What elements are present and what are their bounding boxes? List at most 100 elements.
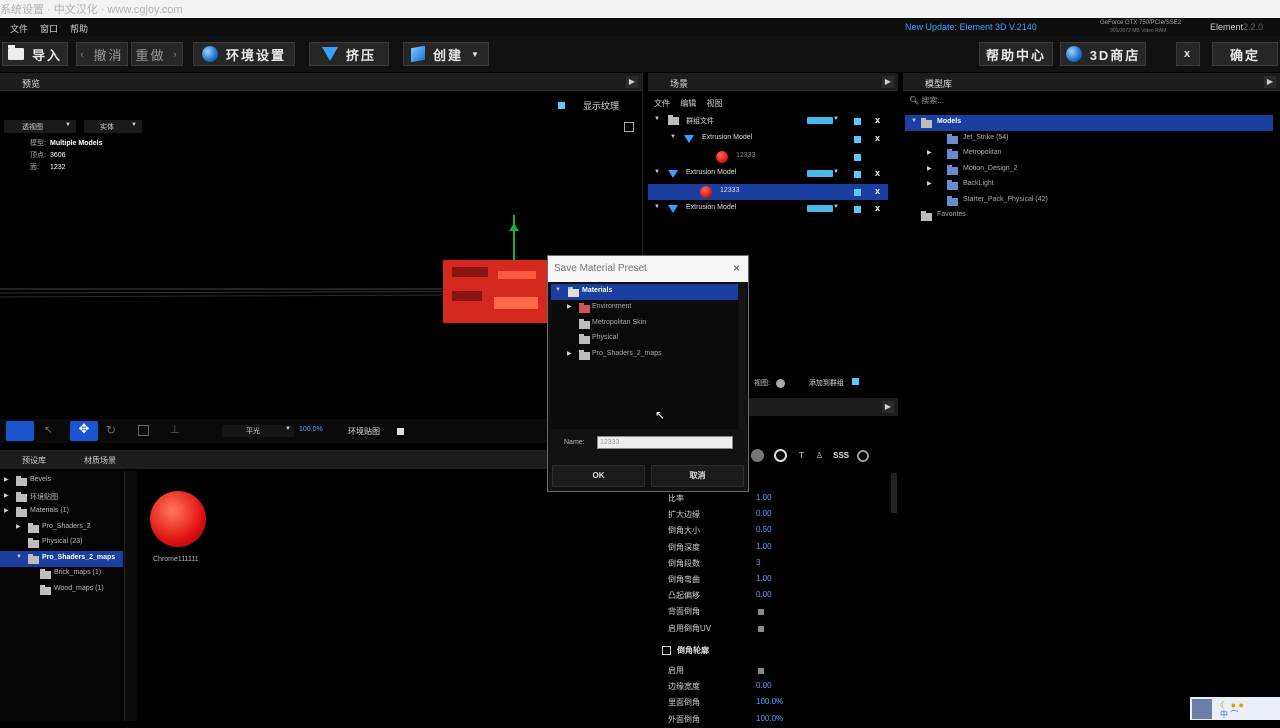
- chevron-right-icon[interactable]: ▶: [567, 350, 572, 357]
- delete-icon[interactable]: x: [875, 115, 880, 125]
- chevron-down-icon[interactable]: ▼: [654, 204, 660, 210]
- dialog-folder-row[interactable]: Metropolitan Skin: [551, 316, 738, 332]
- close-button[interactable]: x: [1176, 42, 1200, 66]
- property-row[interactable]: 边缘宽度 0.00: [668, 681, 888, 695]
- property-row[interactable]: 比率 1.00: [668, 493, 888, 507]
- material-tree-row[interactable]: ▶ Pro_Shaders_2: [0, 520, 123, 536]
- menu-help[interactable]: 帮助: [70, 22, 88, 35]
- close-icon[interactable]: ×: [733, 261, 740, 275]
- scene-menu-edit[interactable]: 编辑: [680, 99, 696, 108]
- name-input[interactable]: [597, 436, 733, 449]
- property-value[interactable]: 100.0%: [756, 697, 783, 706]
- property-row[interactable]: 倒角深度 1.00: [668, 542, 888, 556]
- light-icon[interactable]: Ｔ: [797, 451, 805, 460]
- property-value[interactable]: 0.00: [756, 509, 772, 518]
- model-row[interactable]: Starter_Pack_Physical (42): [905, 193, 1273, 209]
- property-row[interactable]: 启用倒角UV: [668, 623, 888, 637]
- property-row[interactable]: 凸起偏移 0.00: [668, 590, 888, 604]
- property-row[interactable]: 倒角段数 3: [668, 558, 888, 572]
- property-checkbox[interactable]: [758, 609, 764, 616]
- view-icon[interactable]: [775, 378, 785, 388]
- dialog-folder-row[interactable]: ▶ Pro_Shaders_2_maps: [551, 347, 738, 363]
- model-row[interactable]: ▶ Metropolitan: [905, 146, 1273, 162]
- rotate-tool-icon[interactable]: ↻: [106, 423, 116, 437]
- material-thumbnail[interactable]: [150, 491, 206, 547]
- dialog-cancel-button[interactable]: 取消: [651, 465, 744, 487]
- property-checkbox[interactable]: [758, 668, 764, 674]
- globe-icon[interactable]: [857, 449, 870, 462]
- scene-row[interactable]: ▼ 群组文件 ▼ x: [648, 113, 888, 129]
- property-row[interactable]: 扩大边缘 0.00: [668, 509, 888, 523]
- model-row[interactable]: Favorites: [905, 208, 1273, 224]
- scene-row[interactable]: 12333: [648, 149, 888, 165]
- property-value[interactable]: 1.00: [756, 493, 772, 502]
- add-group-checkbox[interactable]: [851, 378, 859, 385]
- chevron-right-icon[interactable]: ▶: [882, 401, 894, 413]
- import-button[interactable]: 导入: [2, 42, 68, 66]
- dialog-folder-row[interactable]: Physical: [551, 331, 738, 347]
- chevron-right-icon[interactable]: ▶: [927, 165, 932, 172]
- menu-file[interactable]: 文件: [10, 22, 28, 35]
- material-tree-row[interactable]: ▶ 环境贴图: [0, 489, 123, 505]
- scene-row[interactable]: ▼ Extrusion Model ▼ x: [648, 201, 888, 217]
- model-row[interactable]: ▶ BackLight: [905, 177, 1273, 193]
- model-row[interactable]: ▼ Models: [905, 115, 1273, 131]
- color-swatch[interactable]: [807, 117, 833, 124]
- chevron-right-icon[interactable]: ▶: [927, 149, 932, 156]
- color-swatch[interactable]: [807, 205, 833, 212]
- material-tree-row[interactable]: Wood_maps (1): [0, 582, 123, 598]
- material-tree-row[interactable]: ▶ Materials (1): [0, 504, 123, 520]
- property-value[interactable]: 1.00: [756, 574, 772, 583]
- sss-icon[interactable]: SSS: [833, 451, 849, 460]
- dialog-root-row[interactable]: ▼ Materials: [551, 284, 738, 300]
- property-row[interactable]: 启用: [668, 665, 888, 679]
- chevron-right-icon[interactable]: ▶: [882, 76, 894, 88]
- scene-row[interactable]: ▼ Extrusion Model ▼ x: [648, 166, 888, 182]
- extrude-button[interactable]: 挤压: [309, 42, 389, 66]
- scene-row[interactable]: 12333 x: [648, 184, 888, 200]
- chevron-right-icon[interactable]: ▶: [4, 492, 9, 499]
- ok-button[interactable]: 确定: [1212, 42, 1278, 66]
- show-texture-toggle[interactable]: 显示纹理: [558, 99, 619, 112]
- visibility-checkbox[interactable]: [854, 206, 861, 213]
- chevron-right-icon[interactable]: ▶: [626, 76, 638, 88]
- chevron-right-icon[interactable]: ▶: [4, 476, 9, 483]
- 3d-store-button[interactable]: 3D商店: [1060, 42, 1146, 66]
- chevron-right-icon[interactable]: ▶: [927, 180, 932, 187]
- visibility-checkbox[interactable]: [854, 136, 861, 143]
- chevron-down-icon[interactable]: ▼: [654, 116, 660, 122]
- property-row[interactable]: 倒角弯曲 1.00: [668, 574, 888, 588]
- model-row[interactable]: ▶ Motion_Design_2: [905, 162, 1273, 178]
- material-tree-row[interactable]: Physical (23): [0, 535, 123, 551]
- property-value[interactable]: 0.50: [756, 525, 772, 534]
- scrollbar[interactable]: [125, 471, 137, 721]
- scene-menu-view[interactable]: 视图: [706, 99, 722, 108]
- update-link[interactable]: New Update: Element 3D V.2140: [905, 22, 1037, 32]
- model-row[interactable]: Jet_Strike (54): [905, 131, 1273, 147]
- dialog-folder-row[interactable]: ▶ Environment: [551, 300, 738, 316]
- chevron-down-icon[interactable]: ▼: [911, 118, 917, 124]
- chevron-down-icon[interactable]: ▼: [833, 204, 839, 210]
- chevron-right-icon[interactable]: ▶: [16, 523, 21, 530]
- select-tool-icon[interactable]: ↖: [44, 425, 52, 436]
- sphere-icon[interactable]: [751, 449, 764, 462]
- visibility-checkbox[interactable]: [854, 171, 861, 178]
- scrollbar[interactable]: [739, 284, 745, 429]
- delete-icon[interactable]: x: [875, 203, 880, 213]
- property-row[interactable]: 外面倒角 100.0%: [668, 714, 888, 728]
- tab-presets[interactable]: 预设库: [22, 455, 46, 466]
- add-group-label[interactable]: 添加到群组: [809, 380, 844, 387]
- visibility-checkbox[interactable]: [854, 154, 861, 161]
- material-tree-row[interactable]: Brick_maps (1): [0, 566, 123, 582]
- material-tree-row[interactable]: ▼ Pro_Shaders_2_maps: [0, 550, 123, 567]
- redo-button[interactable]: 重做 ›: [131, 42, 183, 66]
- scene-row[interactable]: ▼ Extrusion Model x: [648, 131, 888, 147]
- delete-icon[interactable]: x: [875, 133, 880, 143]
- help-center-button[interactable]: 帮助中心: [979, 42, 1053, 66]
- chevron-down-icon[interactable]: ▼: [555, 287, 561, 293]
- env-map-checkbox[interactable]: [397, 428, 404, 435]
- property-value[interactable]: 1.00: [756, 542, 772, 551]
- visibility-checkbox[interactable]: [854, 118, 861, 125]
- undo-button[interactable]: ‹ 撤消: [76, 42, 128, 66]
- scene-menu-file[interactable]: 文件: [654, 99, 670, 108]
